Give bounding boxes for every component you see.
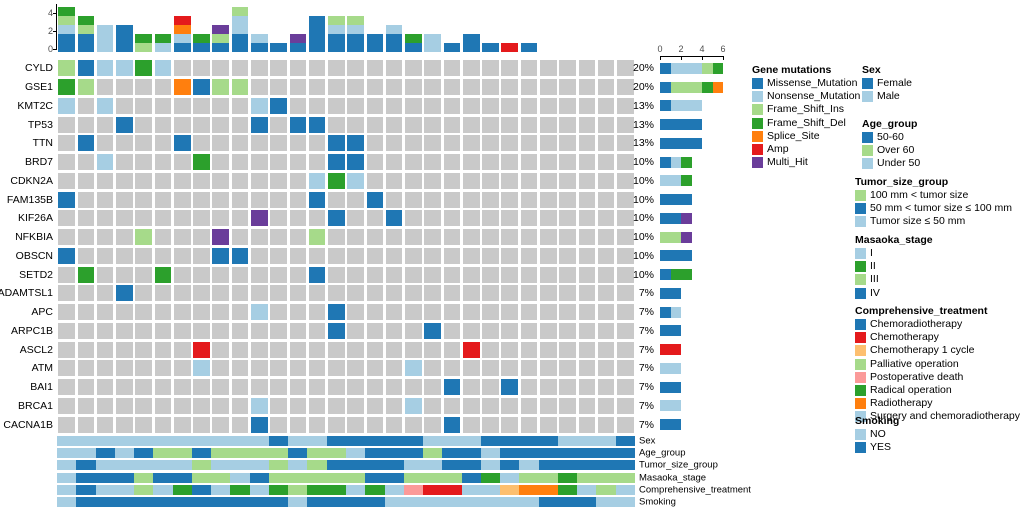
- legend-swatch-icon: [752, 144, 763, 155]
- legend-title: Age_group: [862, 118, 918, 130]
- right-barplot-tick-label: 0: [657, 44, 663, 54]
- legend-label: Female: [877, 77, 913, 89]
- legend-label: 100 mm < tumor size: [870, 189, 969, 201]
- legend-label: Frame_Shift_Ins: [767, 103, 845, 116]
- legend-title: Gene mutations: [752, 64, 832, 76]
- legend-area: Gene mutations Missense_Mutation Nonsense_…: [0, 0, 1024, 512]
- legend-label: Chemotherapy 1 cycle: [870, 344, 975, 357]
- legend-label: Chemoradiotherapy: [870, 318, 963, 330]
- right-barplot-tick-mark: [660, 56, 661, 60]
- legend-label: Male: [877, 90, 900, 103]
- legend-swatch-icon: [862, 78, 873, 89]
- legend-title: Tumor_size_group: [855, 176, 949, 188]
- legend-label: YES: [870, 441, 892, 454]
- legend-label: Tumor size ≤ 50 mm: [870, 215, 966, 228]
- legend-label: Over 60: [877, 144, 915, 157]
- legend-label: Multi_Hit: [767, 156, 808, 169]
- legend-swatch-icon: [855, 332, 866, 344]
- legend-title: Comprehensive_treatment: [855, 305, 988, 317]
- legend-swatch-icon: [855, 429, 866, 440]
- legend-swatch-icon: [862, 158, 873, 170]
- legend-label: III: [870, 273, 879, 286]
- legend-label: II: [870, 260, 876, 273]
- top-barplot-tick-mark: [53, 49, 57, 50]
- legend-label: Radiotherapy: [870, 397, 933, 410]
- legend-label: Radical operation: [870, 384, 952, 396]
- oncoprint-figure: 024 CYLD GSE1 KMT2C TP53 TTN BRD7 CDKN2A FAM135…: [0, 0, 1024, 512]
- legend-swatch-icon: [855, 371, 866, 383]
- legend-swatch-icon: [855, 248, 866, 259]
- legend-swatch-icon: [855, 190, 866, 201]
- legend-swatch-icon: [752, 78, 763, 89]
- legend-title: Smoking: [855, 415, 900, 427]
- legend-label: IV: [870, 286, 880, 299]
- legend-swatch-icon: [855, 203, 866, 215]
- legend-label: Chemotherapy: [870, 331, 939, 344]
- top-barplot-tick-mark: [53, 31, 57, 32]
- legend-swatch-icon: [752, 104, 763, 116]
- legend-swatch-icon: [855, 358, 866, 370]
- legend-swatch-icon: [752, 91, 763, 103]
- legend-swatch-icon: [752, 157, 763, 169]
- legend-swatch-icon: [752, 117, 763, 129]
- legend-swatch-icon: [855, 261, 866, 273]
- legend-swatch-icon: [855, 398, 866, 410]
- right-barplot-tick-mark: [702, 56, 703, 60]
- legend-swatch-icon: [855, 274, 866, 286]
- right-barplot-tick-mark: [723, 56, 724, 60]
- legend-swatch-icon: [855, 345, 866, 357]
- legend-swatch-icon: [862, 132, 873, 143]
- legend-title: Sex: [862, 64, 881, 76]
- legend-label: Splice_Site: [767, 129, 820, 142]
- legend-label: Nonsense_Mutation: [767, 90, 861, 103]
- right-barplot-tick-label: 2: [678, 44, 684, 54]
- legend-swatch-icon: [855, 216, 866, 228]
- legend-label: Postoperative death: [870, 370, 964, 383]
- legend-label: NO: [870, 428, 886, 440]
- legend-title: Masaoka_stage: [855, 234, 933, 246]
- legend-label: Missense_Mutation: [767, 77, 858, 89]
- legend-label: Palliative operation: [870, 357, 959, 370]
- legend-swatch-icon: [855, 385, 866, 396]
- legend-label: Frame_Shift_Del: [767, 116, 846, 129]
- legend-label: 50 mm < tumor size ≤ 100 mm: [870, 202, 1013, 215]
- legend-swatch-icon: [855, 442, 866, 454]
- legend-label: I: [870, 247, 873, 259]
- legend-swatch-icon: [855, 319, 866, 330]
- legend-swatch-icon: [752, 130, 763, 142]
- right-barplot-tick-label: 6: [720, 44, 726, 54]
- legend-label: Under 50: [877, 157, 921, 170]
- legend-label: 50-60: [877, 131, 904, 143]
- right-barplot-tick-mark: [681, 56, 682, 60]
- right-barplot-tick-label: 4: [699, 44, 705, 54]
- legend-label: Amp: [767, 143, 789, 155]
- legend-swatch-icon: [855, 287, 866, 299]
- legend-swatch-icon: [862, 91, 873, 103]
- top-barplot-tick-mark: [53, 13, 57, 14]
- legend-swatch-icon: [862, 145, 873, 157]
